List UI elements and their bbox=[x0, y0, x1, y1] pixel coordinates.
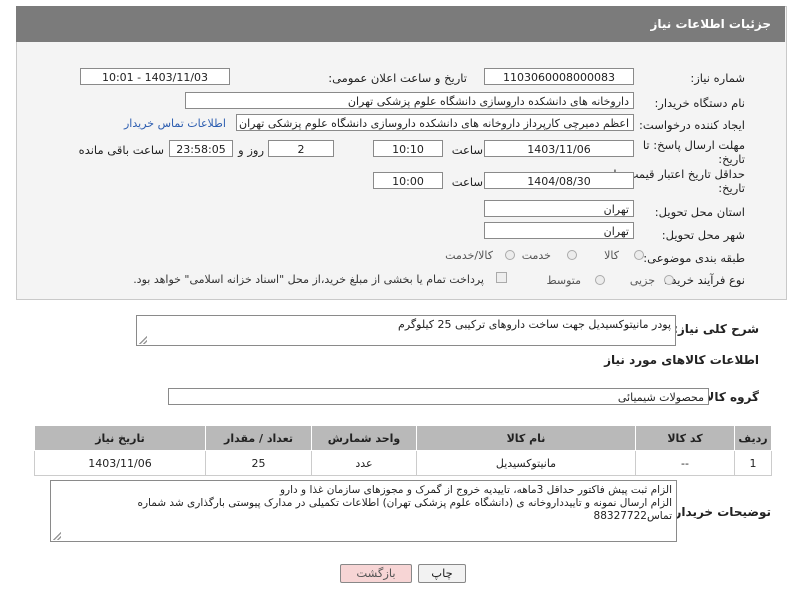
province-field[interactable]: تهران bbox=[484, 200, 634, 217]
goods-section-title: اطلاعات کالاهای مورد نیاز bbox=[604, 353, 759, 367]
buyer-notes-line-3: تماس88327722 bbox=[593, 510, 672, 522]
col-quantity: تعداد / مقدار bbox=[205, 425, 312, 451]
deadline-label: مهلت ارسال پاسخ: تا bbox=[642, 138, 745, 152]
buyer-notes-label: توضیحات خریدار: bbox=[669, 505, 771, 519]
resize-handle[interactable] bbox=[53, 532, 61, 540]
cell-unit: عدد bbox=[311, 450, 417, 476]
remaining-time-field[interactable]: 23:58:05 bbox=[169, 140, 233, 157]
goods-group-field[interactable]: محصولات شیمیائی bbox=[168, 388, 709, 405]
process-option-medium: متوسط bbox=[546, 274, 581, 287]
deadline-date-field[interactable]: 1403/11/06 bbox=[484, 140, 634, 157]
process-label: نوع فرآیند خرید : bbox=[663, 273, 745, 287]
buyer-org-label: نام دستگاه خریدار: bbox=[654, 96, 745, 110]
col-code: کد کالا bbox=[635, 425, 735, 451]
city-label: شهر محل تحویل: bbox=[661, 228, 745, 242]
need-number-label: شماره نیاز: bbox=[690, 71, 745, 85]
validity-date-label: تاریخ: bbox=[718, 181, 745, 195]
deadline-date-label: تاریخ: bbox=[718, 152, 745, 166]
col-unit: واحد شمارش bbox=[311, 425, 417, 451]
panel-header: جزئیات اطلاعات نیاز bbox=[16, 6, 785, 42]
buyer-org-field[interactable]: داروخانه های دانشکده داروسازی دانشگاه عل… bbox=[185, 92, 634, 109]
table-row[interactable]: 1 -- مانیتوکسیدیل عدد 25 1403/11/06 bbox=[34, 450, 772, 476]
announce-field[interactable]: 1403/11/03 - 10:01 bbox=[80, 68, 230, 85]
goods-table: ردیف کد کالا نام کالا واحد شمارش تعداد /… bbox=[34, 425, 772, 476]
back-button[interactable]: بازگشت bbox=[340, 564, 412, 583]
process-radio-minor[interactable] bbox=[664, 275, 674, 285]
creator-label: ایجاد کننده درخواست: bbox=[639, 118, 745, 132]
buyer-contact-link[interactable]: اطلاعات تماس خریدار bbox=[124, 117, 226, 130]
col-row: ردیف bbox=[734, 425, 772, 451]
creator-field[interactable]: اعظم دمیرچی کارپرداز داروخانه های دانشکد… bbox=[236, 114, 634, 131]
goods-table-header: ردیف کد کالا نام کالا واحد شمارش تعداد /… bbox=[34, 425, 772, 451]
days-label: روز و bbox=[238, 143, 264, 157]
buyer-notes-line-1: الزام ثبت پیش فاکتور حداقل 3ماهه، تاییدی… bbox=[279, 484, 672, 496]
cell-quantity: 25 bbox=[205, 450, 312, 476]
cell-name: مانیتوکسیدیل bbox=[416, 450, 636, 476]
col-need-date: تاریخ نیاز bbox=[34, 425, 206, 451]
buyer-notes-textarea[interactable]: الزام ثبت پیش فاکتور حداقل 3ماهه، تاییدی… bbox=[50, 480, 677, 542]
days-remaining-field[interactable]: 2 bbox=[268, 140, 334, 157]
panel-title: جزئیات اطلاعات نیاز bbox=[650, 17, 771, 31]
announce-label: تاریخ و ساعت اعلان عمومی: bbox=[328, 71, 467, 85]
summary-text: پودر مانیتوکسیدیل جهت ساخت داروهای ترکیب… bbox=[398, 318, 671, 331]
category-option-service: خدمت bbox=[521, 249, 551, 262]
category-option-goods-service: کالا/خدمت bbox=[445, 249, 493, 262]
summary-label: شرح کلی نیاز: bbox=[673, 322, 759, 336]
process-option-minor: جزیی bbox=[629, 274, 655, 287]
deadline-time-label: ساعت bbox=[451, 143, 483, 157]
validity-time-label: ساعت bbox=[451, 175, 483, 189]
validity-date-field[interactable]: 1404/08/30 bbox=[484, 172, 634, 189]
col-name: نام کالا bbox=[416, 425, 636, 451]
validity-time-field[interactable]: 10:00 bbox=[373, 172, 443, 189]
process-radio-medium[interactable] bbox=[595, 275, 605, 285]
deadline-time-field[interactable]: 10:10 bbox=[373, 140, 443, 157]
cell-need-date: 1403/11/06 bbox=[34, 450, 206, 476]
treasury-payment-checkbox[interactable] bbox=[496, 272, 507, 283]
remaining-label: ساعت باقی مانده bbox=[78, 143, 164, 157]
category-label: طبقه بندی موضوعی: bbox=[643, 251, 745, 265]
cell-code: -- bbox=[635, 450, 735, 476]
category-radio-goods[interactable] bbox=[634, 250, 644, 260]
treasury-payment-note: پرداخت تمام یا بخشی از مبلغ خرید،از محل … bbox=[133, 273, 484, 286]
need-number-field[interactable]: 1103060008000083 bbox=[484, 68, 634, 85]
category-radio-service[interactable] bbox=[567, 250, 577, 260]
summary-textarea[interactable]: پودر مانیتوکسیدیل جهت ساخت داروهای ترکیب… bbox=[136, 315, 676, 346]
province-label: استان محل تحویل: bbox=[654, 205, 745, 219]
city-field[interactable]: تهران bbox=[484, 222, 634, 239]
print-button[interactable]: چاپ bbox=[418, 564, 466, 583]
category-radio-goods-service[interactable] bbox=[505, 250, 515, 260]
buyer-notes-line-2: الزام ارسال نمونه و تاییدداروخانه ی (دان… bbox=[137, 497, 672, 509]
goods-group-label: گروه کالا: bbox=[700, 390, 759, 404]
cell-row: 1 bbox=[734, 450, 772, 476]
category-option-goods: کالا bbox=[604, 249, 619, 262]
resize-handle[interactable] bbox=[139, 336, 147, 344]
